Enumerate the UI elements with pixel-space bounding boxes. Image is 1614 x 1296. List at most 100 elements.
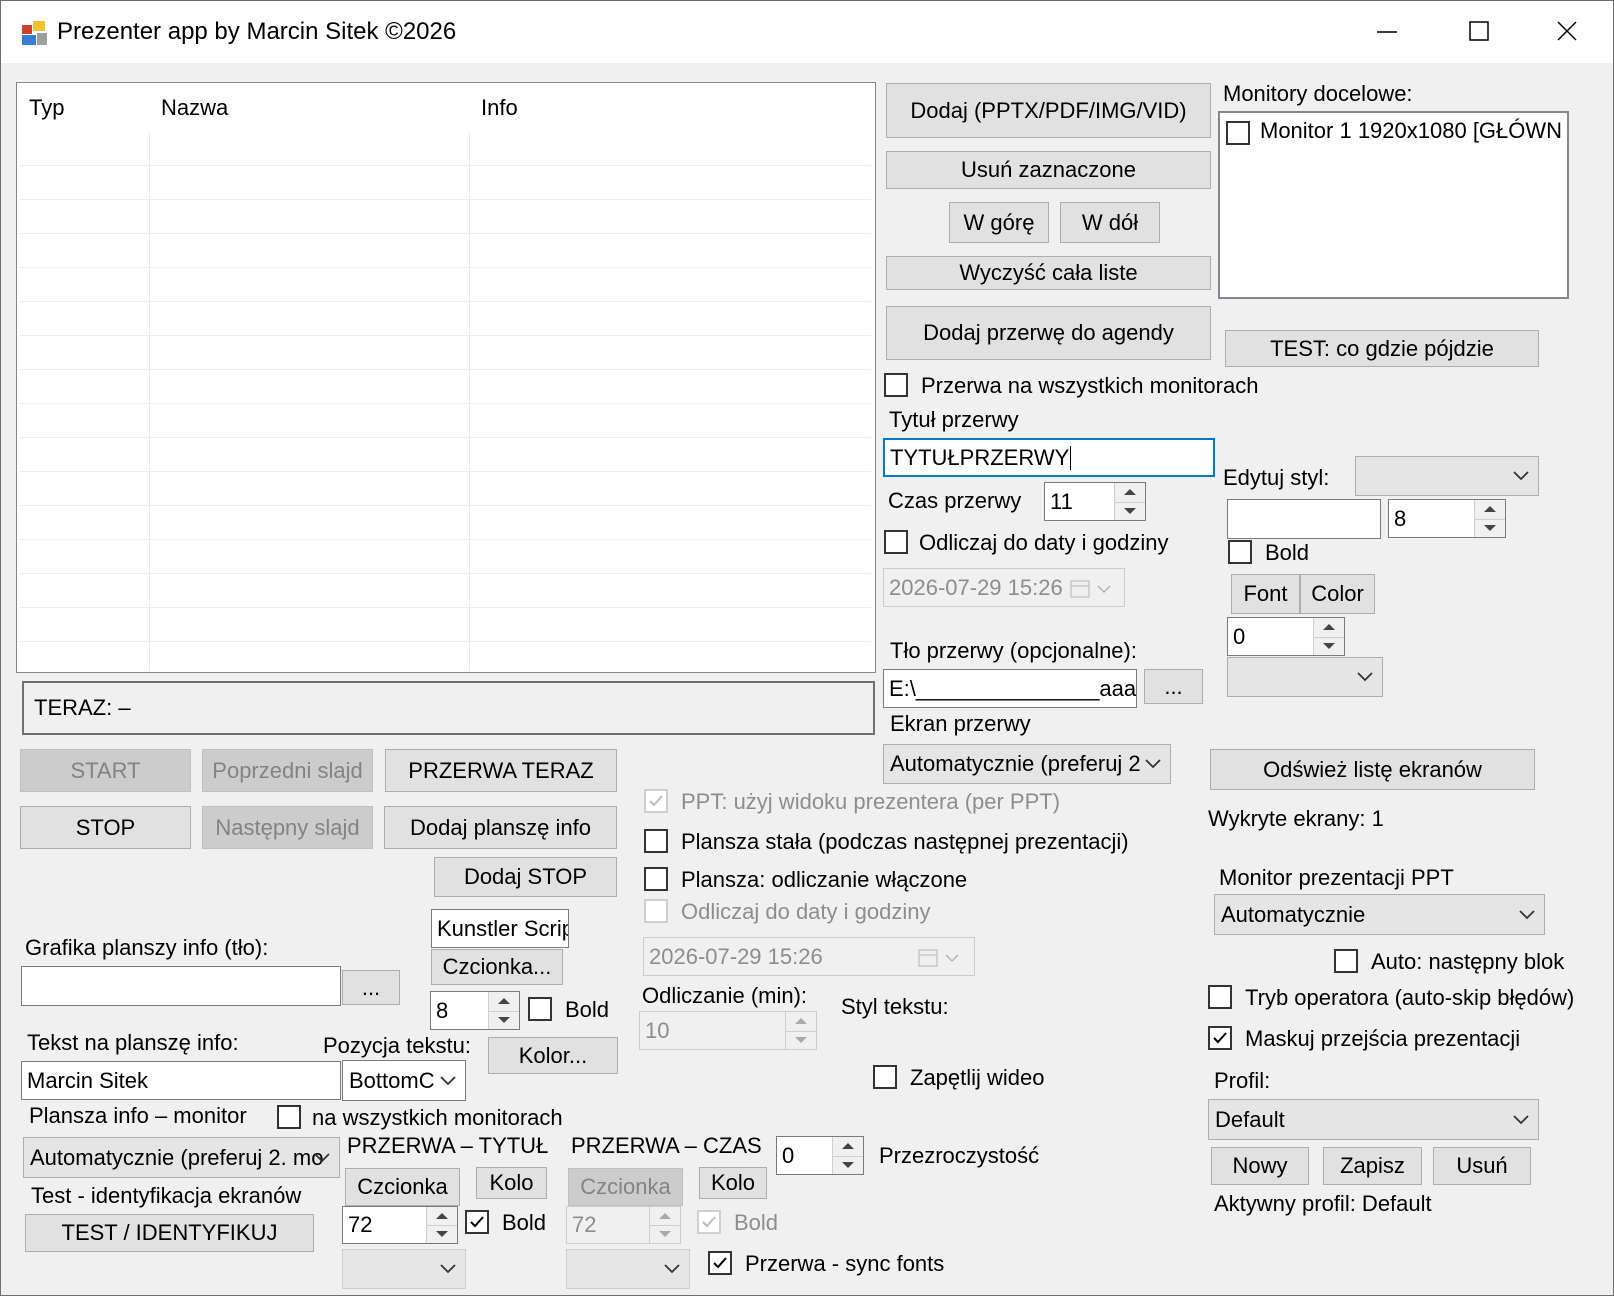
countdown-min-spinner[interactable]: 10 <box>639 1011 817 1050</box>
add-info-button[interactable]: Dodaj planszę info <box>384 806 617 849</box>
spin-down-icon[interactable] <box>786 1031 816 1050</box>
profile-select[interactable]: Default <box>1208 1099 1539 1140</box>
spin-up-icon[interactable] <box>427 1207 457 1226</box>
sync-fonts-checkbox[interactable] <box>708 1251 732 1275</box>
spin-up-icon[interactable] <box>833 1137 863 1157</box>
style-size-spinner[interactable]: 8 <box>1388 499 1506 538</box>
break-time-font-button[interactable]: Czcionka <box>568 1168 683 1206</box>
spin-down-icon[interactable] <box>1475 519 1505 538</box>
info-bg-browse-button[interactable]: ... <box>342 970 400 1005</box>
agenda-list[interactable]: Typ Nazwa Info <box>16 82 876 673</box>
info-bg-input[interactable] <box>21 966 341 1006</box>
move-up-button[interactable]: W górę <box>949 202 1049 243</box>
info-font-button[interactable]: Czcionka... <box>431 949 563 985</box>
loop-video-checkbox[interactable] <box>873 1065 897 1089</box>
break-datetime-picker[interactable]: 2026-07-29 15:26 <box>883 568 1125 607</box>
board-datetime-picker[interactable]: 2026-07-29 15:26 <box>643 937 975 976</box>
break-time-color-button[interactable]: Kolo <box>699 1167 767 1199</box>
spin-up-icon[interactable] <box>1314 618 1344 638</box>
info-monitor-select[interactable]: Automatycznie (preferuj 2. mo <box>23 1137 340 1178</box>
board-countdown-checkbox[interactable] <box>644 867 668 891</box>
info-all-monitors-checkbox[interactable] <box>277 1105 301 1129</box>
board-countdown-date-checkbox[interactable] <box>644 899 668 923</box>
mask-transitions-checkbox[interactable] <box>1208 1026 1232 1050</box>
break-title-font-button[interactable]: Czcionka <box>345 1168 460 1206</box>
break-title-size-spinner[interactable]: 72 <box>342 1206 458 1244</box>
info-monitor-label: Plansza info – monitor <box>29 1103 247 1128</box>
break-now-button[interactable]: PRZERWA TERAZ <box>385 749 617 792</box>
auto-next-checkbox[interactable] <box>1334 949 1358 973</box>
break-screen-select[interactable]: Automatycznie (preferuj 2 <box>883 744 1171 784</box>
maximize-button[interactable] <box>1433 1 1525 63</box>
add-stop-button[interactable]: Dodaj STOP <box>434 857 617 897</box>
spin-down-icon[interactable] <box>833 1156 863 1175</box>
info-text-input[interactable]: Marcin Sitek <box>21 1061 341 1100</box>
target-monitors-list[interactable]: Monitor 1 1920x1080 [GŁÓWN <box>1218 111 1569 299</box>
remove-selected-button[interactable]: Usuń zaznaczone <box>886 151 1211 189</box>
transparency-spinner[interactable]: 0 <box>776 1136 864 1175</box>
edit-style-select[interactable] <box>1355 456 1539 496</box>
edit-style-label: Edytuj styl: <box>1223 465 1330 490</box>
list-row-divider <box>19 335 871 336</box>
refresh-screens-button[interactable]: Odśwież listę ekranów <box>1210 749 1535 790</box>
ppt-monitor-select[interactable]: Automatycznie <box>1214 894 1545 935</box>
test-identify-button[interactable]: TEST / IDENTYFIKUJ <box>25 1214 314 1252</box>
spin-up-icon[interactable] <box>1115 483 1145 503</box>
info-size-spinner[interactable]: 8 <box>430 991 520 1030</box>
stop-button[interactable]: STOP <box>20 806 191 849</box>
break-bg-input[interactable]: E:\_______________aaa <box>883 669 1137 708</box>
break-title-bold-checkbox[interactable] <box>465 1210 489 1234</box>
close-button[interactable] <box>1521 1 1613 63</box>
info-bold-checkbox[interactable] <box>528 997 552 1021</box>
test-where-button[interactable]: TEST: co gdzie pójdzie <box>1225 330 1539 367</box>
column-header-type[interactable]: Typ <box>17 83 149 133</box>
style-offset-spinner[interactable]: 0 <box>1227 617 1345 656</box>
break-duration-spinner[interactable]: 11 <box>1044 482 1146 521</box>
style-font-button[interactable]: Font <box>1231 574 1300 614</box>
start-button[interactable]: START <box>20 749 191 792</box>
break-countdown-date-checkbox[interactable] <box>884 530 908 554</box>
style-bold-checkbox[interactable] <box>1228 540 1252 564</box>
prev-slide-button[interactable]: Poprzedni slajd <box>202 749 373 792</box>
style-text-input[interactable] <box>1227 499 1381 539</box>
break-bg-browse-button[interactable]: ... <box>1144 669 1203 704</box>
break-time-style-select[interactable] <box>566 1249 690 1289</box>
spin-up-icon[interactable] <box>786 1012 816 1032</box>
minimize-button[interactable] <box>1341 1 1433 63</box>
info-text-value: Marcin Sitek <box>27 1067 149 1093</box>
column-header-name[interactable]: Nazwa <box>149 83 469 133</box>
break-all-monitors-checkbox[interactable] <box>884 373 908 397</box>
break-title-input[interactable]: TYTUŁPRZERWY <box>883 438 1215 477</box>
add-break-button[interactable]: Dodaj przerwę do agendy <box>886 306 1211 360</box>
break-time-style-label: PRZERWA – CZAS <box>571 1133 762 1158</box>
presenter-view-checkbox[interactable] <box>644 789 668 813</box>
spin-up-icon[interactable] <box>1475 500 1505 520</box>
clear-list-button[interactable]: Wyczyść cała liste <box>886 256 1211 290</box>
spin-down-icon[interactable] <box>1115 502 1145 521</box>
next-slide-button[interactable]: Następny slajd <box>202 806 373 849</box>
move-down-button[interactable]: W dół <box>1060 202 1160 243</box>
add-files-button[interactable]: Dodaj (PPTX/PDF/IMG/VID) <box>886 83 1211 138</box>
style-color-button[interactable]: Color <box>1300 574 1375 614</box>
profile-save-button[interactable]: Zapisz <box>1323 1147 1422 1185</box>
column-header-info[interactable]: Info <box>469 83 869 133</box>
spin-up-icon[interactable] <box>650 1207 680 1226</box>
break-title-bold-label: Bold <box>502 1210 547 1235</box>
break-title-style-select[interactable] <box>342 1249 466 1289</box>
break-time-size-spinner[interactable]: 72 <box>566 1206 681 1244</box>
text-position-select[interactable]: BottomC <box>342 1060 466 1101</box>
fixed-board-checkbox[interactable] <box>644 829 668 853</box>
break-time-bold-checkbox[interactable] <box>697 1210 721 1234</box>
spin-down-icon[interactable] <box>650 1225 680 1243</box>
info-color-button[interactable]: Kolor... <box>488 1037 618 1074</box>
monitor-1-checkbox[interactable] <box>1226 121 1250 145</box>
style-select-2[interactable] <box>1227 657 1383 697</box>
profile-delete-button[interactable]: Usuń <box>1433 1147 1531 1185</box>
spin-down-icon[interactable] <box>489 1011 519 1030</box>
spin-up-icon[interactable] <box>489 992 519 1012</box>
operator-mode-checkbox[interactable] <box>1208 985 1232 1009</box>
profile-new-button[interactable]: Nowy <box>1211 1147 1309 1185</box>
spin-down-icon[interactable] <box>427 1225 457 1243</box>
break-title-color-button[interactable]: Kolo <box>476 1167 547 1199</box>
spin-down-icon[interactable] <box>1314 637 1344 656</box>
